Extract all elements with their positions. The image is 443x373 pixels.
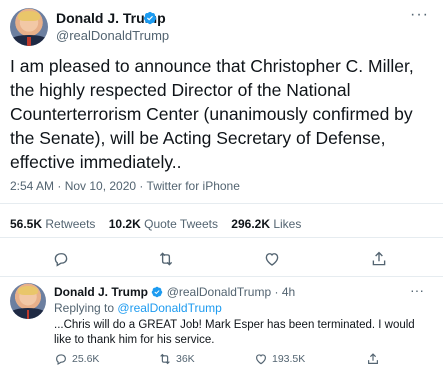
reply-header: Donald J. Trump @realDonaldTrump · 4h	[54, 285, 295, 299]
likes-stat[interactable]: 296.2K Likes	[231, 217, 301, 231]
divider	[0, 203, 443, 204]
tweet-stats: 56.5K Retweets 10.2K Quote Tweets 296.2K…	[10, 217, 301, 231]
reply-time[interactable]: 4h	[282, 285, 295, 299]
more-icon[interactable]: ···	[410, 282, 424, 298]
retweet-count: 36K	[176, 353, 195, 365]
reply-author-handle[interactable]: @realDonaldTrump	[167, 285, 271, 299]
reply-icon[interactable]	[52, 250, 70, 268]
like-icon[interactable]	[263, 250, 281, 268]
verified-badge-icon	[152, 286, 163, 298]
separator-dot: ·	[274, 285, 279, 299]
reply-author-name[interactable]: Donald J. Trump	[54, 285, 148, 299]
like-button[interactable]: 193.5K	[254, 352, 305, 366]
tweet-text: I am pleased to announce that Christophe…	[10, 56, 414, 172]
quotes-stat[interactable]: 10.2K Quote Tweets	[109, 217, 218, 231]
divider	[0, 237, 443, 238]
tweet-timestamp[interactable]: 2:54 AM · Nov 10, 2020 · Twitter for iPh…	[10, 179, 240, 193]
retweet-icon[interactable]	[157, 250, 175, 268]
more-icon[interactable]: ···	[410, 6, 429, 24]
share-icon	[368, 353, 378, 364]
reply-count: 25.6K	[72, 353, 100, 365]
divider	[0, 276, 443, 277]
avatar[interactable]	[10, 283, 46, 319]
avatar[interactable]	[10, 8, 48, 46]
reply-button[interactable]: 25.6K	[54, 352, 99, 366]
share-button[interactable]	[366, 352, 380, 366]
replying-to: Replying to @realDonaldTrump	[54, 301, 222, 315]
retweets-stat[interactable]: 56.5K Retweets	[10, 217, 95, 231]
retweet-button[interactable]: 36K	[158, 352, 195, 366]
replying-to-handle[interactable]: @realDonaldTrump	[117, 301, 221, 315]
share-icon[interactable]	[370, 250, 388, 268]
action-bar	[0, 250, 443, 272]
retweet-icon	[160, 353, 170, 365]
like-icon	[256, 354, 266, 365]
reply-text: ...Chris will do a GREAT Job! Mark Esper…	[54, 319, 415, 346]
reply-icon	[56, 354, 66, 365]
like-count: 193.5K	[272, 353, 306, 365]
author-handle[interactable]: @realDonaldTrump	[56, 28, 169, 43]
